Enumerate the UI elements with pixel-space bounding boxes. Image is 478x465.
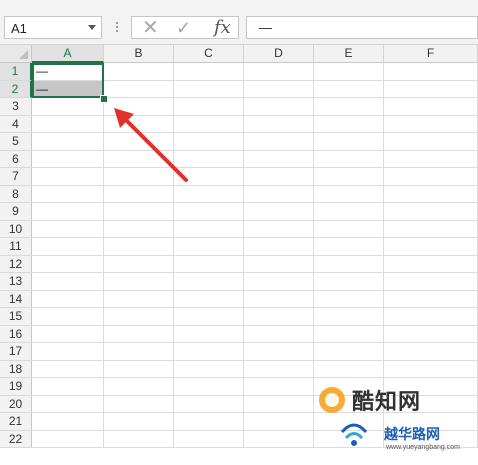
watermark-subtitle: 越华路网 xyxy=(384,426,440,442)
watermark-url: www.yueyangbang.com xyxy=(386,444,460,451)
watermark: 酷知网 越华路网 www.yueyangbang.com xyxy=(312,380,478,460)
watermark-title: 酷知网 xyxy=(352,389,422,414)
